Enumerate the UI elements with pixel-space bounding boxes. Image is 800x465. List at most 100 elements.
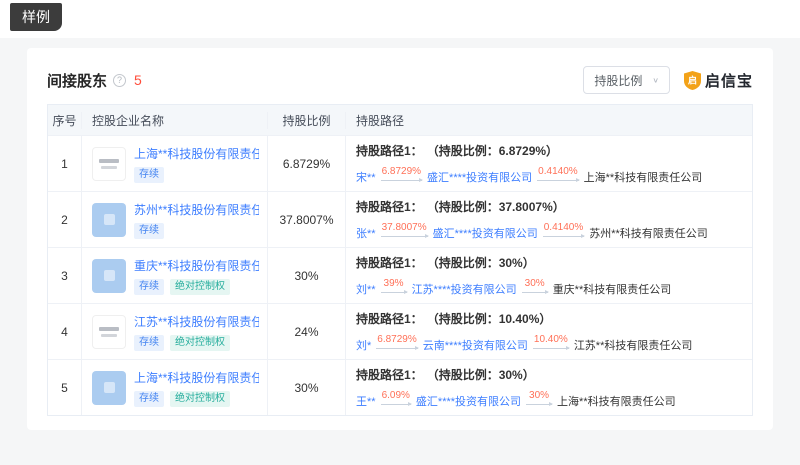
svg-text:启: 启	[688, 74, 697, 85]
table-row: 4 江苏**科技股份有限责任公司 存续绝对控制权 24% 持股路径1：（持股比例…	[48, 303, 752, 359]
company-info: 苏州**科技股份有限责任公司 存续	[134, 201, 259, 239]
company-link[interactable]: 上海**科技股份有限责任公司	[134, 145, 259, 162]
ratio-value: 30%	[268, 248, 346, 303]
chain-entity-link[interactable]: 刘**	[356, 283, 376, 297]
chevron-down-icon: ∨	[652, 76, 659, 85]
arrow-line-icon	[381, 236, 428, 237]
arrow-percentage: 6.09%	[381, 390, 411, 401]
company-cell: 重庆**科技股份有限责任公司 存续绝对控制权	[82, 248, 268, 303]
path-cell: 持股路径1：（持股比例：30%） 刘**39%江苏****投资有限公司30%重庆…	[346, 248, 752, 303]
arrow-line-icon	[381, 404, 411, 405]
row-index: 4	[48, 304, 82, 359]
company-logo	[92, 147, 126, 181]
share-arrow: 6.09%	[381, 390, 411, 405]
tag-control: 绝对控制权	[170, 279, 230, 295]
path-cell: 持股路径1： （持股比例：30%） 王** 6.09% 盛汇****投资有限公司 30%…	[346, 360, 752, 415]
company-logo	[92, 371, 126, 405]
row-index: 5	[48, 360, 82, 415]
chain-entity-text: 苏州**科技有限责任公司	[589, 227, 708, 241]
table-row: 3 重庆**科技股份有限责任公司 存续绝对控制权 30% 持股路径1： （持股比例…	[48, 247, 752, 303]
chain-entity-text: 上海**科技有限责任公司	[584, 171, 703, 185]
tag-status: 存续	[134, 279, 164, 295]
path-label: 持股路径1：	[356, 256, 423, 270]
arrow-line-icon	[381, 292, 407, 293]
path-chain: 刘*6.8729%云南****投资有限公司10.40%江苏**科技有限责任公司	[356, 334, 692, 353]
path-label: 持股路径1：	[356, 144, 423, 158]
chain-entity-link[interactable]: 云南****投资有限公司	[423, 339, 528, 353]
path-cell: 持股路径1：（持股比例：37.8007%） 张**37.8007%盛汇****投…	[346, 192, 752, 247]
share-arrow: 0.4140%	[537, 166, 578, 181]
chain-entity-link[interactable]: 张**	[356, 227, 376, 241]
path-chain: 张**37.8007%盛汇****投资有限公司0.4140%苏州**科技有限责任…	[356, 222, 708, 241]
path-ratio: （持股比例：30%）	[433, 368, 535, 382]
column-header-path: 持股路径	[346, 112, 752, 129]
path-ratio: （持股比例：30%）	[433, 256, 535, 270]
share-arrow: 30%	[526, 390, 552, 405]
arrow-percentage: 30%	[528, 390, 550, 401]
arrow-percentage: 0.4140%	[543, 222, 584, 233]
chain-entity-link[interactable]: 江苏****投资有限公司	[412, 283, 517, 297]
company-link[interactable]: 上海**科技股份有限责任公司	[134, 369, 259, 386]
path-title: 持股路径1： （持股比例：30%）	[356, 366, 535, 383]
chain-entity-link[interactable]: 盛汇****投资有限公司	[433, 227, 538, 241]
path-title: 持股路径1：（持股比例：10.40%）	[356, 310, 551, 327]
path-label: 持股路径1：	[356, 312, 423, 326]
path-chain: 宋** 6.8729% 盛汇****投资有限公司 0.4140% 上海**科技有限责任公…	[356, 166, 702, 185]
arrow-percentage: 6.8729%	[376, 334, 417, 345]
column-header-no: 序号	[48, 112, 82, 129]
company-info: 上海**科技股份有限责任公司 存续	[134, 145, 259, 183]
company-link[interactable]: 江苏**科技股份有限责任公司	[134, 313, 259, 330]
column-header-ratio: 持股比例	[268, 112, 346, 129]
tag-status: 存续	[134, 167, 164, 183]
tag-status: 存续	[134, 391, 164, 407]
shareholders-table: 序号 控股企业名称 持股比例 持股路径 1 上海**科技股份有限责任公司 存续 …	[47, 104, 753, 416]
arrow-percentage: 0.4140%	[537, 166, 578, 177]
company-cell: 江苏**科技股份有限责任公司 存续绝对控制权	[82, 304, 268, 359]
share-arrow: 6.8729%	[381, 166, 422, 181]
card-header: 间接股东 ? 5 持股比例 ∨ 启 启信宝	[47, 66, 753, 94]
chain-entity-link[interactable]: 盛汇****投资有限公司	[427, 171, 532, 185]
arrow-line-icon	[533, 348, 569, 349]
path-label: 持股路径1：	[356, 368, 423, 382]
company-logo	[92, 203, 126, 237]
table-header-row: 序号 控股企业名称 持股比例 持股路径	[48, 105, 752, 135]
arrow-line-icon	[381, 180, 422, 181]
card-header-right: 持股比例 ∨ 启 启信宝	[583, 66, 753, 94]
path-ratio: （持股比例：37.8007%）	[433, 200, 565, 214]
company-logo	[92, 259, 126, 293]
chain-entity-link[interactable]: 刘*	[356, 339, 371, 353]
table-row: 1 上海**科技股份有限责任公司 存续 6.8729% 持股路径1：（持股比例：…	[48, 135, 752, 191]
share-arrow: 10.40%	[533, 334, 569, 349]
chain-entity-link[interactable]: 王**	[356, 395, 376, 409]
company-tags: 存续绝对控制权	[134, 391, 259, 407]
tag-control: 绝对控制权	[170, 335, 230, 351]
company-info: 重庆**科技股份有限责任公司 存续绝对控制权	[134, 257, 259, 295]
company-info: 上海**科技股份有限责任公司 存续绝对控制权	[134, 369, 259, 407]
brand-name: 启信宝	[705, 70, 753, 91]
shield-icon: 启	[684, 71, 701, 90]
brand-logo: 启 启信宝	[684, 70, 753, 91]
ratio-value: 24%	[268, 304, 346, 359]
row-index: 3	[48, 248, 82, 303]
company-tags: 存续	[134, 167, 259, 183]
share-arrow: 0.4140%	[543, 222, 584, 237]
sort-dropdown[interactable]: 持股比例 ∨	[583, 66, 670, 94]
row-index: 2	[48, 192, 82, 247]
indirect-shareholders-card: 间接股东 ? 5 持股比例 ∨ 启 启信宝 序号 控股企业名称 持股比例 持股路…	[27, 48, 773, 430]
arrow-line-icon	[526, 404, 552, 405]
company-tags: 存续绝对控制权	[134, 279, 259, 295]
table-row: 2 苏州**科技股份有限责任公司 存续 37.8007% 持股路径1：（持股比例…	[48, 191, 752, 247]
company-tags: 存续绝对控制权	[134, 335, 259, 351]
help-icon[interactable]: ?	[113, 74, 126, 87]
path-title: 持股路径1： （持股比例：30%）	[356, 254, 535, 271]
chain-entity-link[interactable]: 宋**	[356, 171, 376, 185]
company-link[interactable]: 重庆**科技股份有限责任公司	[134, 257, 259, 274]
card-header-left: 间接股东 ? 5	[47, 70, 142, 91]
company-logo	[92, 315, 126, 349]
company-link[interactable]: 苏州**科技股份有限责任公司	[134, 201, 259, 218]
path-cell: 持股路径1：（持股比例：10.40%） 刘* 6.8729% 云南****投资有限公…	[346, 304, 752, 359]
tag-status: 存续	[134, 223, 164, 239]
chain-entity-link[interactable]: 盛汇****投资有限公司	[416, 395, 521, 409]
arrow-percentage: 39%	[383, 278, 405, 289]
share-arrow: 6.8729%	[376, 334, 417, 349]
